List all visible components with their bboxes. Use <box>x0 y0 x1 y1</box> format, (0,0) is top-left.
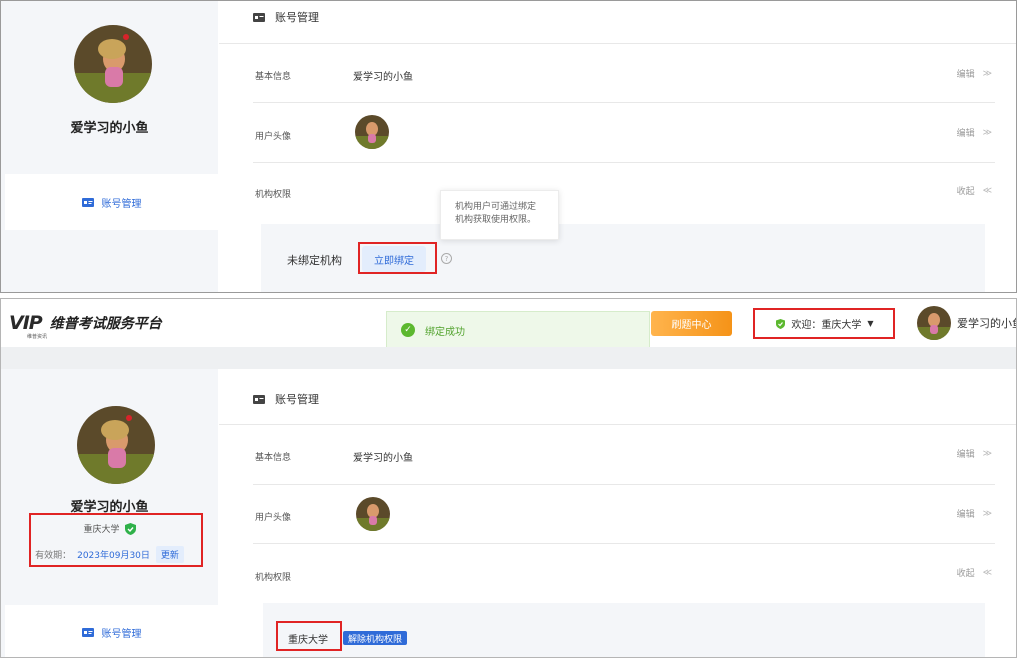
collapse-label: 收起 <box>956 569 975 579</box>
header-username[interactable]: 爱学习的小鱼 <box>957 315 1016 331</box>
renew-button[interactable]: 更新 <box>155 546 184 563</box>
section-title-text: 账号管理 <box>275 11 319 24</box>
institution-name: 重庆大学 <box>83 525 120 535</box>
profile-username: 爱学习的小鱼 <box>70 121 149 136</box>
basic-info-label: 基本信息 <box>255 72 292 82</box>
bind-now-button[interactable]: 立即绑定 <box>362 246 426 272</box>
vip-logo-mark: VIP <box>9 312 43 334</box>
profile-sidebar: 爱学习的小鱼 重庆大学 有效期： 2023年09月30日 更新 账号管理 <box>1 369 218 657</box>
sidebar-item-label: 账号管理 <box>101 198 142 210</box>
id-card-icon <box>253 395 265 404</box>
shield-check-icon <box>124 522 136 535</box>
edit-label: 编辑 <box>956 510 975 520</box>
caret-down-icon: ▼ <box>867 319 874 328</box>
basic-info-value: 爱学习的小鱼 <box>353 453 413 464</box>
toast-message: 绑定成功 <box>425 326 465 338</box>
avatar-label: 用户头像 <box>255 513 292 523</box>
welcome-text: 欢迎：重庆大学 <box>791 320 862 331</box>
divider <box>219 424 1016 425</box>
unbind-institution-button[interactable]: 解除机构权限 <box>343 631 408 645</box>
top-screenshot-panel: 爱学习的小鱼 账号管理 账号管理 基本信息 爱学习的小鱼 编辑 ≫ 用户头像 编… <box>0 0 1017 293</box>
edit-avatar-button[interactable]: 编辑 ≫ <box>956 126 992 140</box>
collapse-permission-button[interactable]: 收起 ≪ <box>956 184 992 198</box>
basic-info-label: 基本信息 <box>255 453 292 463</box>
collapse-permission-button[interactable]: 收起 ≪ <box>956 566 992 580</box>
user-avatar-thumbnail <box>356 497 390 531</box>
section-title: 账号管理 <box>253 391 319 407</box>
institution-binding-box: 未绑定机构 立即绑定 ? <box>261 224 985 292</box>
validity-date: 2023年09月30日 <box>77 551 150 561</box>
section-title-text: 账号管理 <box>275 393 319 406</box>
chevron-up-double-icon: ≪ <box>982 567 992 578</box>
divider <box>219 43 1016 44</box>
sidebar-item-label: 账号管理 <box>101 628 142 640</box>
header-avatar[interactable] <box>917 306 951 340</box>
chevron-up-double-icon: ≪ <box>982 185 992 196</box>
sidebar-item-account[interactable]: 账号管理 <box>5 174 218 230</box>
profile-institution: 重庆大学 <box>1 522 218 535</box>
sidebar-item-account[interactable]: 账号管理 <box>5 605 218 657</box>
check-circle-icon: ✓ <box>401 323 415 337</box>
institution-switcher[interactable]: 欢迎：重庆大学 ▼ <box>758 311 892 336</box>
edit-label: 编辑 <box>956 129 975 139</box>
chevron-down-double-icon: ≫ <box>982 508 992 519</box>
chevron-down-double-icon: ≫ <box>982 68 992 79</box>
validity-label: 有效期： <box>35 551 72 561</box>
id-card-icon <box>81 198 94 207</box>
success-toast: ✓ 绑定成功 <box>386 311 650 349</box>
unbound-status: 未绑定机构 <box>287 254 342 267</box>
id-card-icon <box>81 628 94 637</box>
id-card-icon <box>253 13 265 22</box>
question-center-button[interactable]: 刷题中心 <box>651 311 732 336</box>
edit-label: 编辑 <box>956 450 975 460</box>
divider <box>253 543 995 544</box>
divider <box>253 102 995 103</box>
collapse-label: 收起 <box>956 187 975 197</box>
platform-name: 维普考试服务平台 <box>49 316 162 332</box>
tooltip: 机构用户可通过绑定机构获取使用权限。 <box>440 190 559 240</box>
edit-label: 编辑 <box>956 70 975 80</box>
avatar-label: 用户头像 <box>255 132 292 142</box>
divider <box>253 484 995 485</box>
institution-permission-label: 机构权限 <box>255 573 292 583</box>
chevron-down-double-icon: ≫ <box>982 127 992 138</box>
profile-username: 爱学习的小鱼 <box>70 500 149 515</box>
edit-avatar-button[interactable]: 编辑 ≫ <box>956 507 992 521</box>
institution-binding-box: 重庆大学 解除机构权限 <box>263 603 985 657</box>
profile-avatar <box>77 406 155 484</box>
bottom-screenshot-panel: VIP 维普资讯 维普考试服务平台 ✓ 绑定成功 刷题中心 欢迎：重庆大学 ▼ … <box>0 298 1017 658</box>
site-logo[interactable]: VIP 维普资讯 维普考试服务平台 <box>9 312 162 340</box>
validity-row: 有效期： 2023年09月30日 更新 <box>1 546 218 563</box>
logo-subtitle: 维普资讯 <box>27 334 48 340</box>
section-title: 账号管理 <box>253 9 319 25</box>
top-navigation-bar: VIP 维普资讯 维普考试服务平台 ✓ 绑定成功 刷题中心 欢迎：重庆大学 ▼ … <box>1 299 1016 349</box>
institution-permission-label: 机构权限 <box>255 190 292 200</box>
header-band <box>1 347 1016 369</box>
basic-info-value: 爱学习的小鱼 <box>353 72 413 83</box>
edit-basic-info-button[interactable]: 编辑 ≫ <box>956 67 992 81</box>
edit-basic-info-button[interactable]: 编辑 ≫ <box>956 447 992 461</box>
bound-institution: 重庆大学 <box>288 635 328 646</box>
shield-check-icon <box>776 318 786 329</box>
help-icon[interactable]: ? <box>441 253 452 264</box>
profile-avatar <box>74 25 152 103</box>
user-avatar-thumbnail <box>355 115 389 149</box>
chevron-down-double-icon: ≫ <box>982 448 992 459</box>
divider <box>253 162 995 163</box>
profile-sidebar: 爱学习的小鱼 账号管理 <box>1 1 218 292</box>
